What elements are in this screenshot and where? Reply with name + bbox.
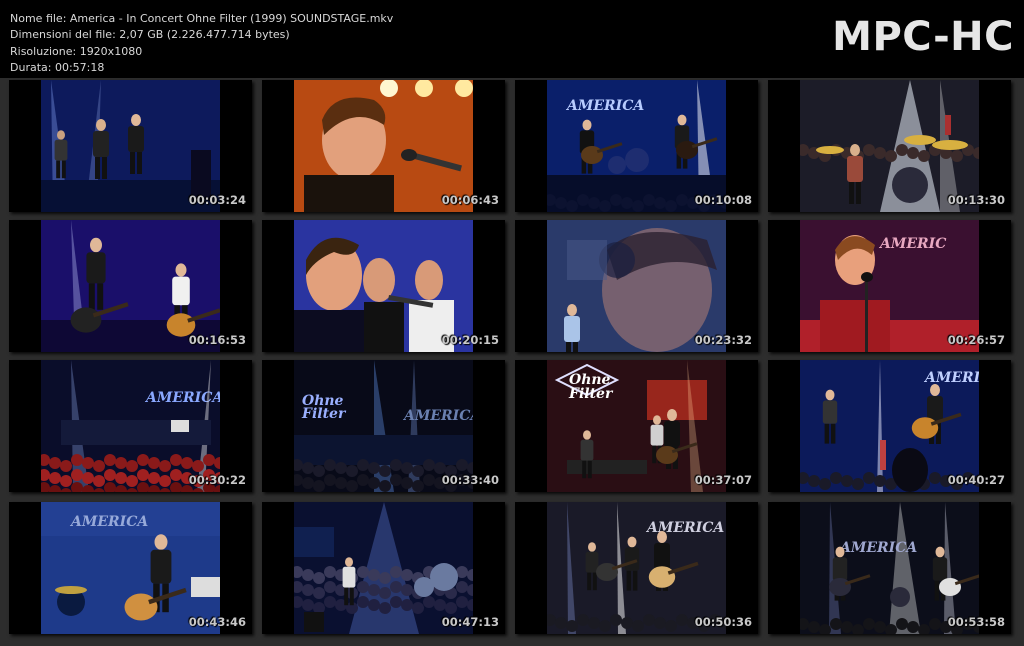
svg-text:Filter: Filter [568,386,614,402]
svg-text:AMERICA: AMERICA [565,98,644,114]
svg-text:AMERICA: AMERICA [838,540,917,556]
thumbnail-00-26-57: AMERIC 00:26:57 [768,220,1011,352]
file-size-line: Dimensioni del file: 2,07 GB (2.226.477.… [10,28,290,42]
svg-text:AMERICA: AMERICA [645,520,724,536]
thumbnail-00-33-40: OhneFilterAMERICA00:33:40 [262,360,505,492]
timestamp-label: 00:30:22 [188,473,246,487]
timestamp-label: 00:20:15 [441,333,499,347]
timestamp-label: 00:16:53 [188,333,246,347]
svg-text:AMERICA: AMERICA [923,370,979,386]
header-bar: Nome file: America - In Concert Ohne Fil… [0,0,1024,78]
timestamp-label: 00:23:32 [694,333,752,347]
svg-text:AMERICA: AMERICA [402,408,473,424]
thumbnail-00-06-43: 00:06:43 [262,80,505,212]
svg-text:AMERIC: AMERIC [878,236,946,252]
thumbnail-00-20-15: 00:20:15 [262,220,505,352]
thumbnail-00-50-36: AMERICA 00:50:36 [515,502,758,634]
file-name-line: Nome file: America - In Concert Ohne Fil… [10,12,394,25]
timestamp-label: 00:50:36 [694,615,752,629]
thumbnail-00-16-53: 00:16:53 [9,220,252,352]
thumbnail-00-37-07: Ohne Filter 00:37:07 [515,360,758,492]
timestamp-label: 00:37:07 [694,473,752,487]
timestamp-label: 00:43:46 [188,615,246,629]
timestamp-label: 00:47:13 [441,615,499,629]
mpc-hc-logo: MPC-HC [832,14,1014,60]
timestamp-label: 00:33:40 [441,473,499,487]
svg-text:Filter: Filter [301,406,347,422]
timestamp-label: 00:10:08 [694,193,752,207]
thumbnail-00-13-30: 00:13:30 [768,80,1011,212]
thumbnail-00-23-32: 00:23:32 [515,220,758,352]
thumbnail-00-43-46: AMERICA 00:43:46 [9,502,252,634]
thumbnail-grid: 00:03:24 00:06:43 AMERICA 00:10:08 00:13:3… [0,78,1024,646]
file-info: Nome file: America - In Concert Ohne Fil… [10,11,393,76]
timestamp-label: 00:06:43 [441,193,499,207]
thumbnail-00-40-27: AMERICA 00:40:27 [768,360,1011,492]
thumbnail-00-30-22: AMERICA 00:30:22 [9,360,252,492]
thumbnail-00-03-24: 00:03:24 [9,80,252,212]
timestamp-label: 00:03:24 [188,193,246,207]
thumbnail-00-47-13: 00:47:13 [262,502,505,634]
thumbnail-00-10-08: AMERICA 00:10:08 [515,80,758,212]
resolution-line: Risoluzione: 1920x1080 [10,44,143,58]
timestamp-label: 00:53:58 [947,615,1005,629]
timestamp-label: 00:13:30 [947,193,1005,207]
duration-line: Durata: 00:57:18 [10,60,105,74]
timestamp-label: 00:26:57 [947,333,1005,347]
thumbnail-00-53-58: AMERICA 00:53:58 [768,502,1011,634]
timestamp-label: 00:40:27 [947,473,1005,487]
